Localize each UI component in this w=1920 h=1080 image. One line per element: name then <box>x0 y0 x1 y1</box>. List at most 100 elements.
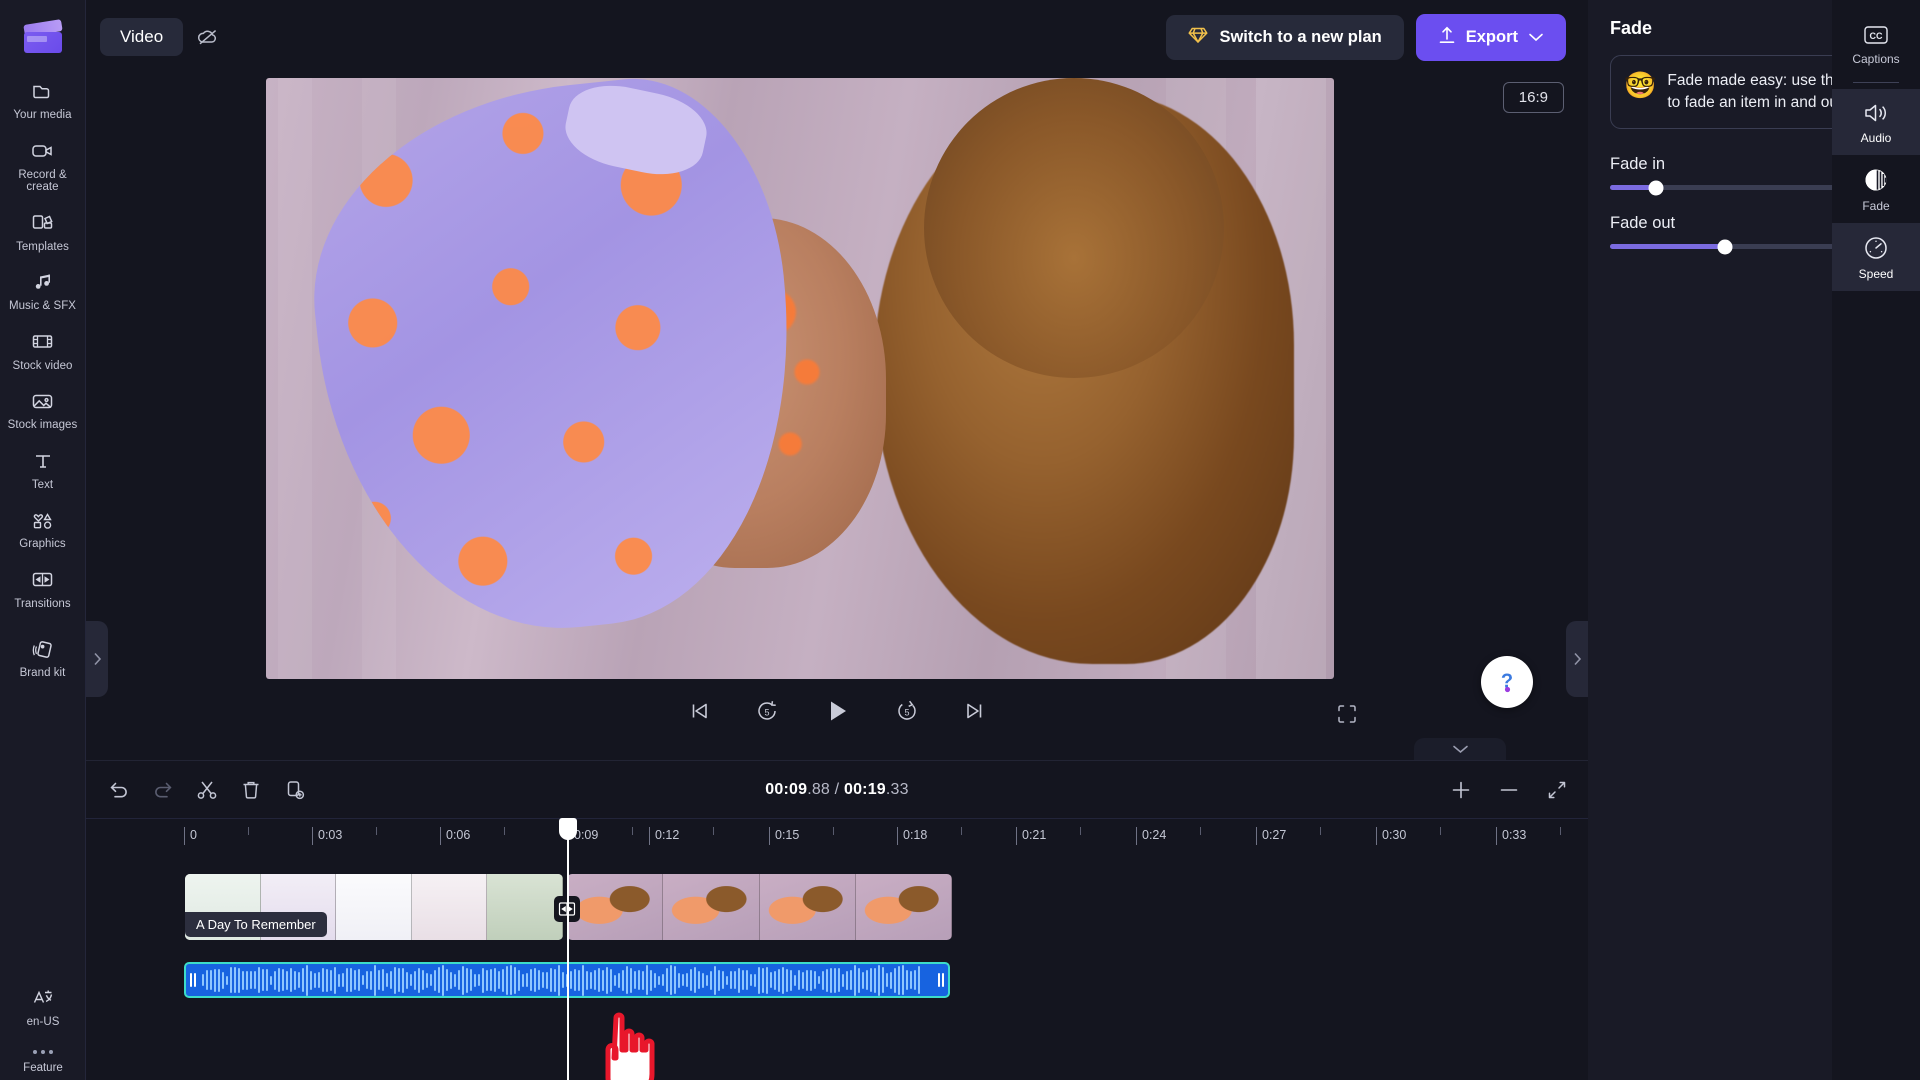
redo-button[interactable] <box>152 779 174 801</box>
video-clip-b[interactable] <box>567 874 952 940</box>
rail-item-audio[interactable]: Audio <box>1832 89 1920 155</box>
ruler-label: 0 <box>190 828 197 842</box>
export-button[interactable]: Export <box>1415 13 1566 61</box>
right-rail: CC Captions Audio Fade Speed <box>1832 0 1920 1080</box>
rail-item-speed[interactable]: Speed <box>1832 223 1920 291</box>
transitions-icon <box>30 567 56 593</box>
play-button[interactable] <box>822 696 852 726</box>
sidebar-item-label: Graphics <box>19 538 66 550</box>
ruler-label: 0:09 <box>574 828 599 842</box>
sidebar-item-label: Record & create <box>18 168 67 194</box>
delete-button[interactable] <box>240 779 262 801</box>
text-icon <box>30 448 56 474</box>
sidebar-language-label: en-US <box>26 1015 60 1028</box>
timeline-zoom-controls <box>1450 779 1568 801</box>
brand-kit-icon <box>30 636 56 662</box>
cloud-off-icon[interactable] <box>195 24 221 50</box>
fade-in-label: Fade in <box>1610 155 1666 173</box>
playhead-line <box>567 818 569 1080</box>
split-button[interactable] <box>196 779 218 801</box>
sidebar-item-music-sfx[interactable]: Music & SFX <box>0 261 86 319</box>
timecode-display: 00:09.88 / 00:19.33 <box>86 781 1588 799</box>
sidebar-item-text[interactable]: Text <box>0 440 86 498</box>
sidebar-item-label: Text <box>31 478 54 491</box>
video-tab[interactable]: Video <box>100 18 184 56</box>
duplicate-button[interactable] <box>284 779 306 801</box>
speaker-icon <box>1863 101 1889 125</box>
expand-left-panel-arrow[interactable] <box>86 621 108 697</box>
sidebar-item-transitions[interactable]: Transitions <box>0 559 86 617</box>
sidebar-item-graphics[interactable]: Graphics <box>0 499 86 557</box>
undo-button[interactable] <box>108 779 130 801</box>
fade-out-label: Fade out <box>1610 214 1676 232</box>
forward-5-icon[interactable]: 5 <box>894 698 920 724</box>
ruler-label: 0:24 <box>1142 828 1167 842</box>
sidebar-item-stock-images[interactable]: Stock images <box>0 380 86 438</box>
ruler-label: 0:21 <box>1022 828 1047 842</box>
timeline-ruler[interactable]: 0 0:03 0:06 0:09 0:12 0:15 0:18 0:21 0:2… <box>86 818 1629 854</box>
sidebar-feature-label: Feature <box>23 1062 63 1074</box>
shapes-icon <box>30 507 56 533</box>
svg-text:5: 5 <box>904 707 909 717</box>
top-bar: Video Switch to a new plan Export <box>86 0 1588 74</box>
clipchamp-logo[interactable] <box>22 16 63 56</box>
fullscreen-icon[interactable] <box>1336 703 1358 730</box>
ruler-label: 0:03 <box>318 828 343 842</box>
video-camera-icon <box>30 138 56 164</box>
sidebar-item-record-create[interactable]: Record & create <box>0 130 86 200</box>
expand-right-panel-arrow[interactable] <box>1566 621 1588 697</box>
sidebar-item-brand-kit[interactable]: Brand kit <box>0 628 86 686</box>
cc-icon: CC <box>1863 24 1889 46</box>
main-area: Video Switch to a new plan Export 16:9 5… <box>86 0 1629 1080</box>
fade-tip-text: Fade made easy: use this to fade an item… <box>1667 72 1847 111</box>
zoom-out-icon[interactable] <box>1498 779 1520 801</box>
diamond-icon <box>1188 26 1209 49</box>
sidebar-item-label: Your media <box>13 109 72 121</box>
skip-back-icon[interactable] <box>688 699 712 723</box>
translate-icon <box>30 985 56 1011</box>
collapse-preview-tab[interactable] <box>1414 738 1506 760</box>
rail-item-fade[interactable]: Fade <box>1832 155 1920 223</box>
total-time-major: 00:19 <box>843 780 886 798</box>
playback-controls: 5 5 <box>86 688 1588 734</box>
nerd-face-emoji: 🤓 <box>1624 70 1657 100</box>
switch-plan-label: Switch to a new plan <box>1219 27 1382 46</box>
zoom-in-icon[interactable] <box>1450 779 1472 801</box>
playhead-handle[interactable] <box>559 818 577 840</box>
fade-in-slider-knob[interactable] <box>1648 180 1664 195</box>
svg-text:CC: CC <box>1870 31 1883 41</box>
video-preview-stage[interactable] <box>266 78 1334 679</box>
sidebar-item-stock-video[interactable]: Stock video <box>0 321 86 379</box>
fade-out-slider-knob[interactable] <box>1717 239 1733 254</box>
ruler-label: 0:30 <box>1382 828 1407 842</box>
preview-area: 16:9 5 5 ? <box>86 74 1588 760</box>
audio-clip-right-handle[interactable] <box>934 964 948 996</box>
sidebar-item-your-media[interactable]: Your media <box>0 70 86 128</box>
music-note-icon <box>30 269 56 295</box>
ruler-label: 0:18 <box>903 828 928 842</box>
sidebar-item-label: Stock images <box>7 419 78 431</box>
image-icon <box>30 388 56 414</box>
rail-item-captions[interactable]: CC Captions <box>1832 12 1920 76</box>
switch-plan-button[interactable]: Switch to a new plan <box>1166 14 1404 60</box>
skip-forward-icon[interactable] <box>962 699 986 723</box>
sidebar-item-label: Brand kit <box>19 667 66 679</box>
sidebar-item-label: Stock video <box>12 359 73 372</box>
ellipsis-icon[interactable] <box>33 1036 53 1062</box>
rail-item-label: Speed <box>1858 267 1894 281</box>
help-button[interactable]: ? <box>1481 656 1533 708</box>
rewind-5-icon[interactable]: 5 <box>754 698 780 724</box>
folder-icon <box>30 78 56 104</box>
timecode-separator: / <box>830 780 844 798</box>
fit-to-screen-icon[interactable] <box>1546 779 1568 801</box>
sidebar-item-language[interactable]: en-US <box>0 977 86 1035</box>
sidebar-bottom: en-US Feature <box>0 977 86 1080</box>
speedometer-icon <box>1863 235 1889 261</box>
rail-item-label: Audio <box>1860 131 1892 145</box>
ruler-label: 0:27 <box>1262 828 1287 842</box>
timeline: 00:09.88 / 00:19.33 0 0:03 0:06 0:09 0:1… <box>86 760 1629 1080</box>
sidebar-item-templates[interactable]: Templates <box>0 202 86 260</box>
aspect-ratio-badge[interactable]: 16:9 <box>1502 82 1564 113</box>
rail-item-label: Fade <box>1862 199 1890 213</box>
audio-clip-left-handle[interactable] <box>186 964 200 996</box>
